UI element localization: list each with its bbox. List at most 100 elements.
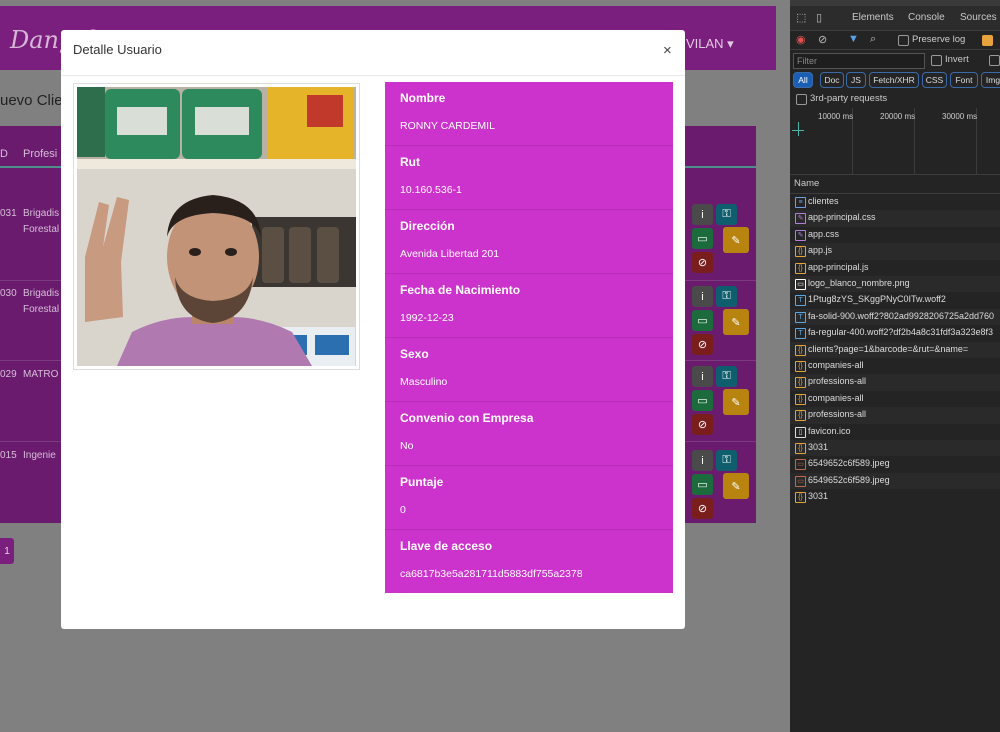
filter-js[interactable]: JS bbox=[846, 72, 866, 88]
request-row[interactable]: {} clients?page=1&barcode=&rut=&name= bbox=[790, 341, 1000, 358]
clear-icon[interactable]: ⊘ bbox=[818, 33, 827, 46]
js-file-icon: {} bbox=[795, 246, 806, 258]
field-score: Puntaje 0 bbox=[385, 466, 673, 530]
info-icon[interactable]: i bbox=[692, 286, 713, 307]
disable-cache-checkbox[interactable] bbox=[982, 35, 993, 46]
request-row[interactable]: ▭ logo_blanco_nombre.png bbox=[790, 276, 1000, 293]
request-name: app.js bbox=[808, 245, 833, 256]
xhr-file-icon: {} bbox=[795, 443, 806, 454]
field-name: Nombre RONNY CARDEMIL bbox=[385, 82, 673, 146]
request-row[interactable]: {} 3031 bbox=[790, 440, 1000, 457]
device-toggle-icon[interactable]: ▯ bbox=[816, 11, 822, 24]
request-row[interactable]: ≡ clientes bbox=[790, 194, 1000, 210]
preserve-log-label: Preserve log bbox=[912, 34, 966, 45]
request-row[interactable]: ▯ favicon.ico bbox=[790, 424, 1000, 440]
devtools-panel: ⬚ ▯ Elements Console Sources ◉ ⊘ ▼ ⌕ Pre… bbox=[790, 0, 1000, 732]
request-row[interactable]: {} 3031 bbox=[790, 489, 1000, 505]
filter-css[interactable]: CSS bbox=[922, 72, 947, 88]
field-address: Dirección Avenida Libertad 201 bbox=[385, 210, 673, 274]
field-label: Convenio con Empresa bbox=[400, 411, 534, 425]
request-row[interactable]: ✎ app-principal.css bbox=[790, 210, 1000, 227]
pagination-page[interactable]: 1 bbox=[0, 538, 14, 564]
tab-elements[interactable]: Elements bbox=[852, 12, 894, 23]
request-name: app-principal.css bbox=[808, 212, 876, 223]
xhr-file-icon: {} bbox=[795, 393, 806, 405]
edit-icon[interactable]: ✎ bbox=[723, 473, 749, 499]
more-filters-checkbox[interactable] bbox=[989, 55, 1000, 66]
request-row[interactable]: {} companies-all bbox=[790, 391, 1000, 407]
request-name: companies-all bbox=[808, 360, 864, 370]
info-icon[interactable]: i bbox=[692, 450, 713, 471]
ban-icon[interactable]: ⊘ bbox=[692, 252, 713, 273]
filter-fetch-xhr[interactable]: Fetch/XHR bbox=[869, 72, 919, 88]
tab-sources[interactable]: Sources bbox=[960, 12, 997, 23]
timeline-label: 30000 ms bbox=[942, 112, 978, 121]
font-file-icon: T bbox=[795, 311, 806, 323]
info-icon[interactable]: i bbox=[692, 204, 713, 225]
close-icon[interactable]: × bbox=[663, 42, 672, 59]
key-icon[interactable]: ⚿ bbox=[716, 366, 737, 387]
user-details-panel: Nombre RONNY CARDEMIL Rut 10.160.536-1 D… bbox=[385, 82, 673, 593]
name-column-header[interactable]: Name bbox=[794, 178, 819, 189]
user-menu[interactable]: VILAN ▾ bbox=[686, 36, 734, 52]
request-row[interactable]: ✎ app.css bbox=[790, 227, 1000, 243]
request-row[interactable]: Tfa-solid-900.woff2?802ad9928206725a2dd7… bbox=[790, 308, 1000, 326]
field-label: Dirección bbox=[400, 219, 455, 233]
third-party-checkbox[interactable] bbox=[796, 94, 807, 105]
edit-icon[interactable]: ✎ bbox=[723, 309, 749, 335]
key-icon[interactable]: ⚿ bbox=[716, 286, 737, 307]
css-file-icon: ✎ bbox=[795, 229, 806, 241]
inspect-icon[interactable]: ⬚ bbox=[796, 11, 806, 24]
ban-icon[interactable]: ⊘ bbox=[692, 334, 713, 355]
request-row[interactable]: T 1Ptug8zYS_SKggPNyC0ITw.woff2 bbox=[790, 292, 1000, 308]
edit-icon[interactable]: ✎ bbox=[723, 389, 749, 415]
record-icon[interactable]: ◉ bbox=[796, 33, 806, 46]
modal-header: Detalle Usuario × bbox=[61, 30, 685, 76]
cell-profession: Ingenie bbox=[23, 450, 56, 461]
filter-font[interactable]: Font bbox=[950, 72, 978, 88]
preserve-log-checkbox[interactable] bbox=[898, 35, 909, 46]
filter-input[interactable]: Filter bbox=[793, 53, 925, 69]
invert-checkbox[interactable] bbox=[931, 55, 942, 66]
request-row[interactable]: ▭ 6549652c6f589.jpeg bbox=[790, 456, 1000, 472]
field-value: 1992-12-23 bbox=[400, 312, 454, 324]
edit-icon[interactable]: ✎ bbox=[723, 227, 749, 253]
cell-id: 030 bbox=[0, 288, 17, 299]
computer-icon[interactable]: ▭ bbox=[692, 390, 713, 411]
info-icon[interactable]: i bbox=[692, 366, 713, 387]
user-detail-modal: Detalle Usuario × Nombre RONNY CARDEMIL … bbox=[61, 30, 685, 629]
xhr-file-icon: {} bbox=[795, 492, 806, 504]
computer-icon[interactable]: ▭ bbox=[692, 228, 713, 249]
search-icon[interactable]: ⌕ bbox=[870, 33, 876, 46]
ban-icon[interactable]: ⊘ bbox=[692, 414, 713, 435]
field-company-agreement: Convenio con Empresa No bbox=[385, 402, 673, 466]
computer-icon[interactable]: ▭ bbox=[692, 310, 713, 331]
third-party-label: 3rd-party requests bbox=[810, 93, 888, 104]
request-name: 3031 bbox=[808, 491, 829, 502]
key-icon[interactable]: ⚿ bbox=[716, 204, 737, 225]
request-row[interactable]: {} companies-all bbox=[790, 358, 1000, 374]
cell-profession: MATRO bbox=[23, 369, 59, 380]
filter-doc[interactable]: Doc bbox=[820, 72, 844, 88]
xhr-file-icon: {} bbox=[795, 377, 806, 389]
request-row[interactable]: {} app-principal.js bbox=[790, 260, 1000, 276]
request-name: professions-all bbox=[808, 409, 867, 420]
th-profession: Profesi bbox=[23, 148, 58, 160]
request-name: 6549652c6f589.jpeg bbox=[808, 458, 890, 469]
ban-icon[interactable]: ⊘ bbox=[692, 498, 713, 519]
tab-console[interactable]: Console bbox=[908, 12, 945, 23]
field-label: Llave de acceso bbox=[400, 539, 493, 553]
request-row[interactable]: {} professions-all bbox=[790, 374, 1000, 391]
filter-all[interactable]: All bbox=[793, 72, 813, 88]
filter-img[interactable]: Img bbox=[981, 72, 1000, 88]
request-row[interactable]: Tfa-regular-400.woff2?df2b4a8c31fdf3a323… bbox=[790, 325, 1000, 341]
computer-icon[interactable]: ▭ bbox=[692, 474, 713, 495]
key-icon[interactable]: ⚿ bbox=[716, 450, 737, 471]
invert-label: Invert bbox=[945, 54, 969, 65]
request-row[interactable]: ▭ 6549652c6f589.jpeg bbox=[790, 472, 1000, 490]
devtools-tabs: ⬚ ▯ Elements Console Sources bbox=[790, 6, 1000, 31]
request-row[interactable]: {} professions-all bbox=[790, 407, 1000, 424]
request-row[interactable]: {} app.js bbox=[790, 243, 1000, 260]
filter-icon[interactable]: ▼ bbox=[848, 33, 859, 45]
other-file-icon: ▯ bbox=[795, 426, 806, 438]
